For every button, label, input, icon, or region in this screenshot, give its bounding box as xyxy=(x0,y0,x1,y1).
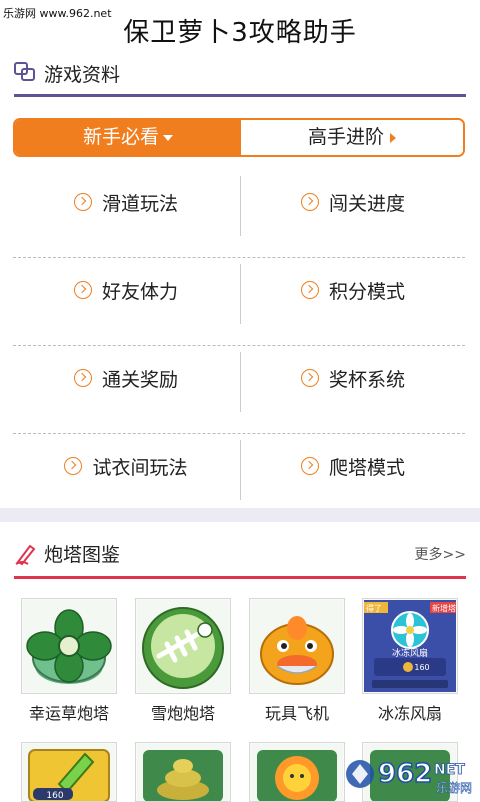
tab-beginner-label: 新手必看 xyxy=(82,126,159,148)
fan-tag-left: 得了 xyxy=(366,603,382,613)
tab-advanced[interactable]: 高手进阶 xyxy=(241,120,463,155)
sun-flower-icon xyxy=(251,744,343,801)
tower-image xyxy=(135,598,231,694)
poop-tower-icon xyxy=(137,744,229,801)
tower-card[interactable]: 得了 新增塔 冰冻风扇 160 冰冻风扇 xyxy=(362,598,458,724)
arrow-circle-icon xyxy=(300,193,319,211)
guide-link-label: 滑道玩法 xyxy=(101,192,178,215)
tower-card[interactable]: 160 xyxy=(21,742,117,802)
game-info-section: 游戏资料 新手必看 高手进阶 滑道玩法 闯关进度 好友体力 积分模式 通关奖励 … xyxy=(0,58,480,508)
tower-name: 玩具飞机 xyxy=(264,704,329,723)
tower-card[interactable]: 雪炮炮塔 xyxy=(135,598,231,724)
top-bar: 乐游网 www.962.net 保卫萝卜3攻略助手 xyxy=(0,0,480,58)
tower-card[interactable] xyxy=(135,742,231,802)
arrow-circle-icon xyxy=(300,281,319,299)
toy-plane-icon xyxy=(251,600,343,692)
clover-tower-icon xyxy=(23,600,115,692)
tower-image xyxy=(249,742,345,802)
caret-right-icon xyxy=(390,132,396,143)
guide-link[interactable]: 积分模式 xyxy=(240,258,466,322)
snow-tower-icon xyxy=(137,600,229,692)
guide-link-label: 闯关进度 xyxy=(328,192,405,215)
watermark-logo: 962 NET 乐游网 xyxy=(346,758,472,795)
guide-tabs: 新手必看 高手进阶 xyxy=(13,118,465,157)
section-gap xyxy=(0,508,480,522)
guide-link-label: 好友体力 xyxy=(101,280,178,303)
rocket-tower-icon: 160 xyxy=(23,744,115,801)
pencil-icon xyxy=(15,544,36,566)
arrow-circle-icon xyxy=(73,193,92,211)
guide-link[interactable]: 好友体力 xyxy=(13,258,239,322)
arrow-circle-icon xyxy=(73,281,92,299)
watermark-net: NET xyxy=(434,762,465,778)
guide-link[interactable]: 奖杯系统 xyxy=(240,346,466,410)
grid-row: 通关奖励 奖杯系统 xyxy=(13,346,465,434)
fan-cost: 160 xyxy=(414,663,429,672)
arrow-circle-icon xyxy=(300,369,319,387)
section-header-towers: 炮塔图鉴 更多>> xyxy=(14,534,466,579)
tower-name: 幸运草炮塔 xyxy=(28,704,109,723)
grid-row: 滑道玩法 闯关进度 xyxy=(13,170,465,258)
watermark-cn: 乐游网 xyxy=(436,781,472,795)
guide-link[interactable]: 滑道玩法 xyxy=(13,170,239,234)
tower-name: 雪炮炮塔 xyxy=(150,704,215,723)
guide-link-label: 积分模式 xyxy=(328,280,405,303)
guide-link-label: 奖杯系统 xyxy=(328,368,405,391)
arrow-circle-icon xyxy=(73,369,92,387)
guide-link-label: 爬塔模式 xyxy=(328,456,405,479)
arrow-circle-icon xyxy=(300,457,319,475)
arrow-circle-icon xyxy=(64,457,83,475)
guide-link[interactable]: 爬塔模式 xyxy=(240,434,466,498)
tower-card[interactable]: 幸运草炮塔 xyxy=(21,598,117,724)
tab-advanced-label: 高手进阶 xyxy=(307,126,384,148)
tower-image xyxy=(21,598,117,694)
app-title: 保卫萝卜3攻略助手 xyxy=(123,18,357,48)
section-title-towers: 炮塔图鉴 xyxy=(44,544,121,566)
fan-tag-right: 新增塔 xyxy=(432,603,456,613)
guide-link-label: 试衣间玩法 xyxy=(92,456,188,479)
tower-image xyxy=(135,742,231,802)
fan-card-title: 冰冻风扇 xyxy=(392,647,428,659)
tower-name: 冰冻风扇 xyxy=(377,704,442,723)
section-title-info: 游戏资料 xyxy=(44,64,121,86)
grid-row: 好友体力 积分模式 xyxy=(13,258,465,346)
guide-link[interactable]: 通关奖励 xyxy=(13,346,239,410)
tower-image xyxy=(249,598,345,694)
guide-grid: 滑道玩法 闯关进度 好友体力 积分模式 通关奖励 奖杯系统 试衣间玩法 爬塔模式 xyxy=(13,170,465,521)
tower-card[interactable]: 玩具飞机 xyxy=(249,598,345,724)
guide-link[interactable]: 闯关进度 xyxy=(240,170,466,234)
guide-link-label: 通关奖励 xyxy=(101,368,178,391)
tab-beginner[interactable]: 新手必看 xyxy=(15,120,241,155)
tower-card[interactable] xyxy=(249,742,345,802)
watermark-962: 962 xyxy=(378,759,432,789)
section-header-info: 游戏资料 xyxy=(14,58,466,97)
overlap-squares-icon xyxy=(14,62,35,81)
tower-image: 得了 新增塔 冰冻风扇 160 xyxy=(362,598,458,694)
caret-down-icon xyxy=(163,134,173,141)
more-link[interactable]: 更多>> xyxy=(415,544,466,564)
ice-fan-icon: 得了 新增塔 冰冻风扇 160 xyxy=(364,600,456,692)
tower-image: 160 xyxy=(21,742,117,802)
guide-link[interactable]: 试衣间玩法 xyxy=(13,434,239,498)
